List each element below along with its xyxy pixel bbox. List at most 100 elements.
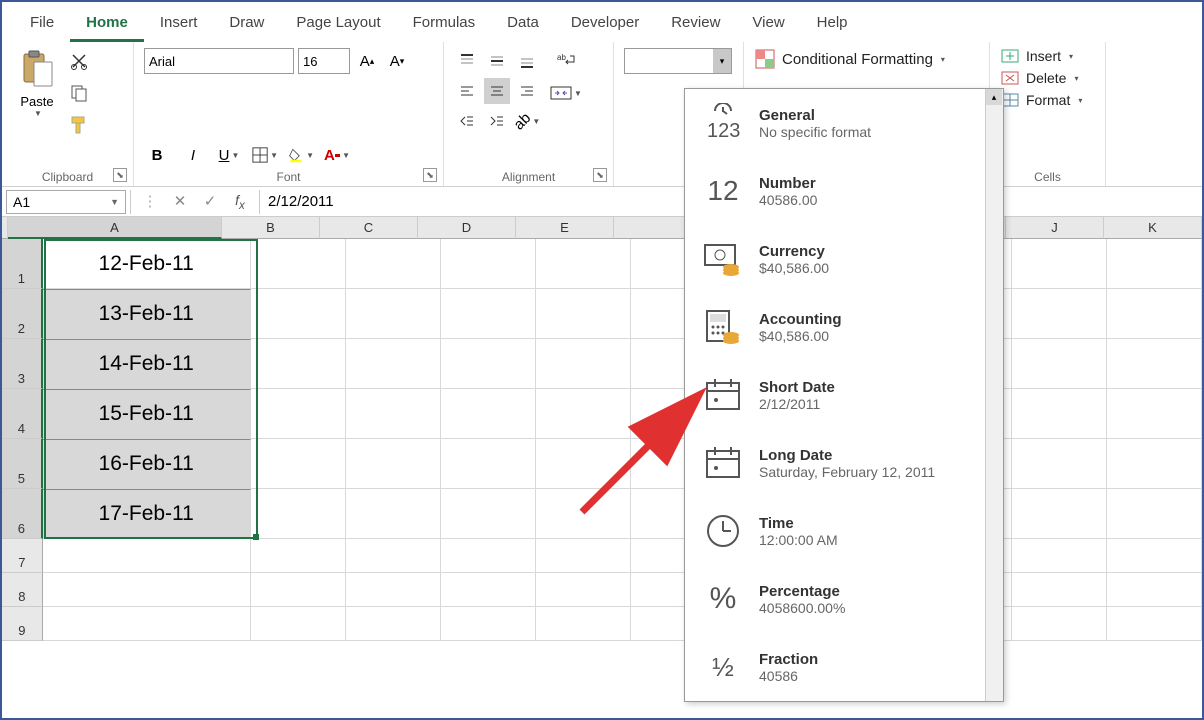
number-format-option-time[interactable]: Time12:00:00 AM xyxy=(685,497,1003,565)
cell[interactable] xyxy=(1107,339,1202,389)
cell[interactable] xyxy=(346,289,441,339)
cell[interactable] xyxy=(251,489,346,539)
column-header[interactable]: A xyxy=(8,217,222,239)
cell[interactable] xyxy=(251,539,346,573)
cell[interactable]: 16-Feb-11 xyxy=(43,439,251,489)
cell[interactable] xyxy=(1107,439,1202,489)
align-center-button[interactable] xyxy=(484,78,510,104)
ribbon-tab-home[interactable]: Home xyxy=(70,8,144,42)
decrease-font-size-button[interactable]: A▾ xyxy=(384,48,410,74)
dialog-launcher-icon[interactable]: ⬊ xyxy=(423,168,437,182)
cell[interactable] xyxy=(1012,607,1107,641)
number-format-option-percentage[interactable]: %Percentage4058600.00% xyxy=(685,565,1003,633)
cell[interactable] xyxy=(346,539,441,573)
wrap-text-button[interactable]: ab xyxy=(546,48,586,74)
delete-cells-button[interactable]: Delete▾ xyxy=(1000,70,1095,86)
cell[interactable] xyxy=(1012,239,1107,289)
cell[interactable] xyxy=(251,289,346,339)
cell[interactable] xyxy=(536,439,631,489)
cell[interactable] xyxy=(1012,573,1107,607)
cell[interactable]: 15-Feb-11 xyxy=(43,389,251,439)
cell[interactable] xyxy=(43,607,251,641)
cell[interactable] xyxy=(346,389,441,439)
number-format-option-fraction[interactable]: ½Fraction40586 xyxy=(685,633,1003,701)
ribbon-tab-review[interactable]: Review xyxy=(655,8,736,42)
copy-button[interactable] xyxy=(66,80,92,106)
number-format-option-accounting[interactable]: Accounting $40,586.00 xyxy=(685,293,1003,361)
cell[interactable] xyxy=(251,339,346,389)
row-header[interactable]: 2 xyxy=(2,289,43,339)
align-bottom-button[interactable] xyxy=(514,48,540,74)
align-middle-button[interactable] xyxy=(484,48,510,74)
cell[interactable] xyxy=(536,539,631,573)
cell[interactable] xyxy=(536,239,631,289)
row-header[interactable]: 1 xyxy=(2,239,43,289)
cell[interactable] xyxy=(1107,607,1202,641)
row-header[interactable]: 7 xyxy=(2,539,43,573)
enter-formula-button[interactable]: ✓ xyxy=(199,192,221,212)
cell[interactable] xyxy=(536,339,631,389)
paste-button[interactable]: Paste ▼ xyxy=(12,48,62,138)
cell[interactable] xyxy=(251,607,346,641)
insert-cells-button[interactable]: Insert▾ xyxy=(1000,48,1095,64)
number-format-option-general[interactable]: 123GeneralNo specific format xyxy=(685,89,1003,157)
cell[interactable] xyxy=(251,389,346,439)
cell[interactable] xyxy=(441,339,536,389)
cell[interactable] xyxy=(1012,539,1107,573)
cell[interactable] xyxy=(441,607,536,641)
dialog-launcher-icon[interactable]: ⬊ xyxy=(593,168,607,182)
cell[interactable] xyxy=(1012,289,1107,339)
cell[interactable] xyxy=(43,573,251,607)
ribbon-tab-view[interactable]: View xyxy=(736,8,800,42)
align-right-button[interactable] xyxy=(514,78,540,104)
cell[interactable] xyxy=(441,489,536,539)
cell[interactable] xyxy=(1012,389,1107,439)
font-size-select[interactable] xyxy=(298,48,350,74)
row-header[interactable]: 3 xyxy=(2,339,43,389)
format-cells-button[interactable]: Format▾ xyxy=(1000,92,1095,108)
fill-color-button[interactable]: ▼ xyxy=(288,142,314,168)
conditional-formatting-button[interactable]: Conditional Formatting ▾ xyxy=(754,48,979,70)
ribbon-tab-help[interactable]: Help xyxy=(801,8,864,42)
number-format-option-currency[interactable]: Currency$40,586.00 xyxy=(685,225,1003,293)
number-format-option-long-date[interactable]: Long DateSaturday, February 12, 2011 xyxy=(685,429,1003,497)
cell[interactable] xyxy=(1107,389,1202,439)
cell[interactable] xyxy=(441,439,536,489)
number-format-select[interactable]: ▾ xyxy=(624,48,732,74)
cancel-formula-button[interactable]: ✕ xyxy=(169,192,191,212)
cell[interactable] xyxy=(1107,239,1202,289)
cell[interactable] xyxy=(251,573,346,607)
ribbon-tab-draw[interactable]: Draw xyxy=(213,8,280,42)
decrease-indent-button[interactable] xyxy=(454,108,480,134)
format-painter-button[interactable] xyxy=(66,112,92,138)
cell[interactable] xyxy=(251,239,346,289)
cell[interactable] xyxy=(43,539,251,573)
fx-icon[interactable]: fx xyxy=(229,192,251,212)
ribbon-tab-developer[interactable]: Developer xyxy=(555,8,655,42)
cut-button[interactable] xyxy=(66,48,92,74)
column-header[interactable]: K xyxy=(1104,217,1202,239)
orientation-button[interactable]: ab▼ xyxy=(514,108,540,134)
scroll-up-button[interactable]: ▴ xyxy=(986,89,1002,105)
cell[interactable] xyxy=(536,607,631,641)
dialog-launcher-icon[interactable]: ⬊ xyxy=(113,168,127,182)
cell[interactable] xyxy=(441,539,536,573)
number-format-option-short-date[interactable]: Short Date2/12/2011 xyxy=(685,361,1003,429)
cell[interactable] xyxy=(346,339,441,389)
ribbon-tab-file[interactable]: File xyxy=(14,8,70,42)
row-header[interactable]: 4 xyxy=(2,389,43,439)
underline-button[interactable]: U▼ xyxy=(216,142,242,168)
increase-indent-button[interactable] xyxy=(484,108,510,134)
bold-button[interactable]: B xyxy=(144,142,170,168)
ribbon-tab-insert[interactable]: Insert xyxy=(144,8,214,42)
cell[interactable] xyxy=(346,573,441,607)
column-header[interactable]: D xyxy=(418,217,516,239)
cell[interactable] xyxy=(1012,339,1107,389)
row-header[interactable]: 5 xyxy=(2,439,43,489)
cell[interactable] xyxy=(441,289,536,339)
cell[interactable] xyxy=(536,489,631,539)
cell[interactable] xyxy=(441,573,536,607)
cell[interactable]: 17-Feb-11 xyxy=(43,489,251,539)
cell[interactable]: 13-Feb-11 xyxy=(43,289,251,339)
column-header[interactable]: E xyxy=(516,217,614,239)
